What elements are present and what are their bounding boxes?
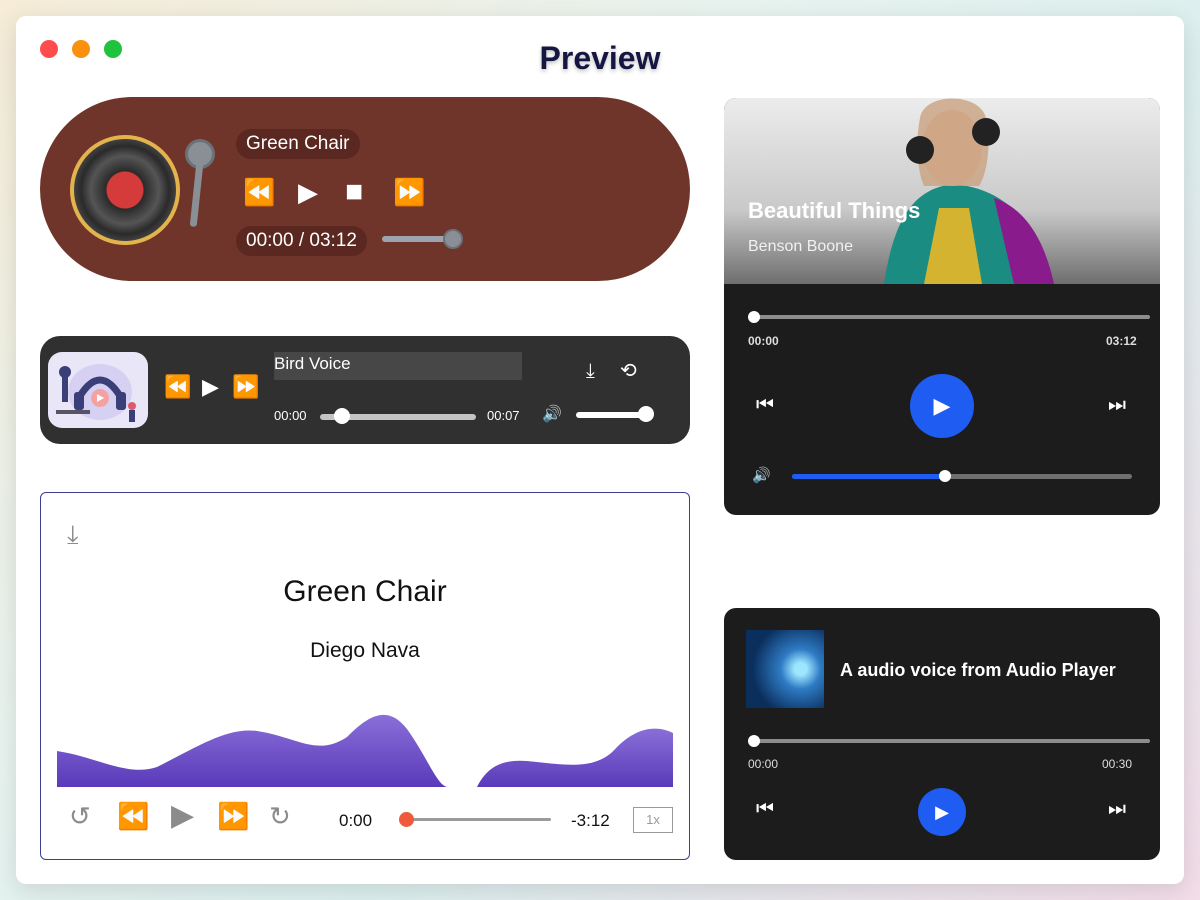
window-title: Preview: [539, 40, 661, 76]
seek-slider-handle[interactable]: [334, 408, 350, 424]
current-time: 0:00: [339, 811, 373, 830]
artist-name: Benson Boone: [748, 238, 853, 255]
artist-photo: [724, 98, 1160, 284]
bird-voice-player: ⏪ ▶ ⏩ Bird Voice 00:00 00:07 ⤓ ⟲ 🔊: [40, 336, 690, 444]
seek-slider[interactable]: [754, 739, 1150, 743]
waveform[interactable]: [57, 707, 673, 787]
duration: 00:07: [487, 408, 520, 423]
seek-slider[interactable]: [754, 315, 1150, 319]
download-icon[interactable]: ⤓: [586, 360, 595, 383]
play-button[interactable]: ▶: [171, 801, 194, 831]
time-display: 00:00 / 03:12: [236, 226, 367, 256]
seek-slider-handle[interactable]: [748, 311, 760, 323]
featured-track-player: Beautiful Things Benson Boone 00:00 03:1…: [724, 98, 1160, 515]
playback-rate-button[interactable]: 1x: [633, 807, 673, 833]
remaining-time: -3:12: [571, 811, 610, 830]
preview-window: Preview Green Chair ⏪ ▶ ■ ⏩ 00:00 / 03:1…: [16, 16, 1184, 884]
forward-button[interactable]: ⏩: [217, 803, 249, 829]
next-track-button[interactable]: ⏭: [1108, 798, 1126, 821]
vinyl-player: Green Chair ⏪ ▶ ■ ⏩ 00:00 / 03:12: [40, 97, 690, 281]
podcast-thumbnail: [48, 352, 148, 428]
play-button[interactable]: ▶: [918, 788, 966, 836]
volume-icon[interactable]: 🔊: [542, 404, 562, 424]
vinyl-record-icon: [70, 135, 180, 245]
track-title: Bird Voice: [274, 352, 522, 380]
forward-button[interactable]: ⏩: [232, 376, 259, 398]
volume-slider-fill: [792, 474, 945, 479]
current-time: 00:00: [748, 757, 779, 771]
track-title: Green Chair: [283, 575, 447, 608]
seek-slider[interactable]: [407, 818, 551, 821]
duration: 00:30: [1102, 757, 1133, 771]
volume-slider-handle[interactable]: [443, 229, 463, 249]
stop-button[interactable]: ■: [345, 177, 363, 207]
waveform-player: ⤓ Green Chair Diego Nava ↺ ⏪ ▶ ⏩ ↻ 0:00 …: [40, 492, 690, 860]
rewind-button[interactable]: ⏪: [243, 179, 275, 205]
play-button[interactable]: ▶: [202, 376, 219, 398]
play-button[interactable]: ▶: [298, 179, 318, 205]
volume-icon[interactable]: 🔊: [752, 466, 771, 484]
track-title: A audio voice from Audio Player: [840, 660, 1116, 680]
sound-wave-thumbnail: [746, 630, 824, 708]
duration: 03:12: [1106, 334, 1137, 348]
song-title: Green Chair: [236, 129, 360, 159]
current-time: 00:00: [748, 334, 779, 348]
replay-button[interactable]: ↺: [69, 803, 91, 829]
voice-audio-player: A audio voice from Audio Player 00:00 00…: [724, 608, 1160, 860]
rewind-button[interactable]: ⏪: [117, 803, 149, 829]
volume-slider-handle[interactable]: [939, 470, 951, 482]
volume-slider-handle[interactable]: [638, 406, 654, 422]
previous-track-button[interactable]: ⏮: [756, 394, 774, 417]
redo-button[interactable]: ↻: [269, 803, 291, 829]
current-time: 00:00: [274, 408, 307, 423]
rewind-button[interactable]: ⏪: [164, 376, 191, 398]
track-title: Beautiful Things: [748, 198, 921, 223]
repeat-icon[interactable]: ⟲: [620, 358, 637, 383]
seek-slider-handle[interactable]: [748, 735, 760, 747]
previous-track-button[interactable]: ⏮: [756, 798, 774, 821]
download-icon[interactable]: ⤓: [67, 519, 79, 551]
seek-slider-handle[interactable]: [399, 812, 414, 827]
next-track-button[interactable]: ⏭: [1108, 394, 1126, 417]
play-button[interactable]: ▶: [910, 374, 974, 438]
forward-button[interactable]: ⏩: [393, 179, 425, 205]
artist-name: Diego Nava: [310, 639, 420, 662]
